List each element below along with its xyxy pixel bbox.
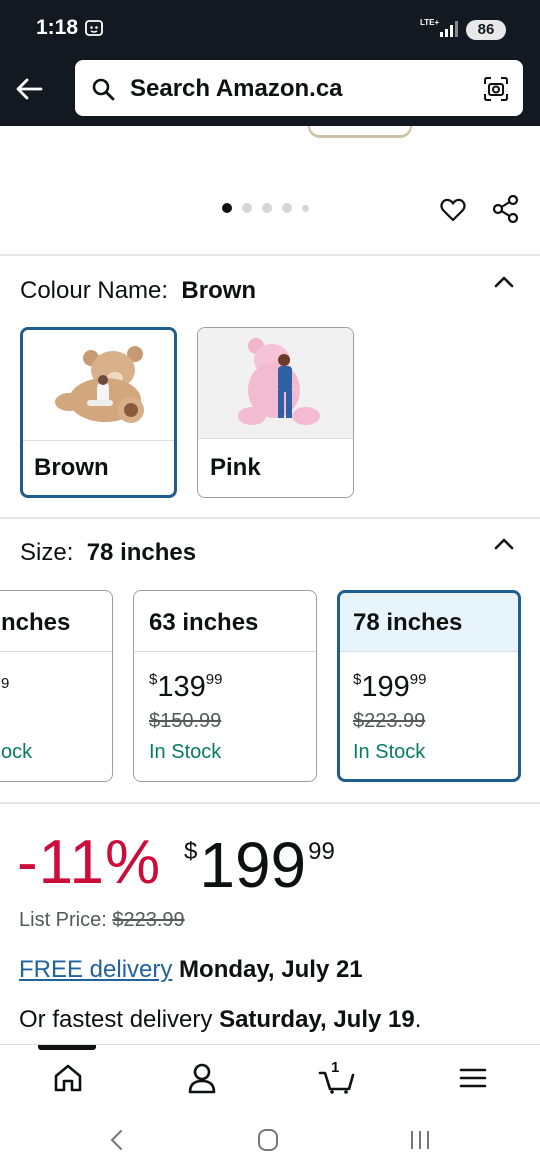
price-cents: 99 [205, 671, 223, 688]
size-selected-value: 78 inches [86, 539, 197, 566]
gallery-dot [262, 203, 272, 213]
price-whole: 199 [199, 829, 307, 901]
colour-label-text: Colour Name: [20, 277, 169, 304]
discount-percent: -11% [17, 828, 162, 897]
colour-selected-value: Brown [181, 277, 257, 304]
screenshot-icon [85, 20, 103, 36]
product-image-gallery[interactable] [0, 126, 540, 254]
price-whole: 139 [157, 671, 206, 703]
active-tab-indicator [38, 1045, 96, 1050]
section-divider [0, 254, 540, 256]
search-placeholder: Search Amazon.ca [130, 75, 343, 102]
size-option-list-price: $223.99 [353, 710, 426, 732]
size-label: Size: 78 inches [20, 539, 196, 567]
gallery-dot [302, 204, 309, 212]
free-delivery-link[interactable]: FREE delivery [19, 956, 172, 983]
price-cents: 99 [308, 838, 335, 865]
size-option-78-inches[interactable]: 78 inches $19999 $223.99 In Stock [337, 590, 521, 782]
gallery-dot [222, 203, 232, 213]
size-option-name: nches [1, 609, 71, 636]
swatch-name: Pink [210, 454, 261, 481]
fastest-delivery-date: Saturday, July 19 [219, 1006, 415, 1033]
gallery-dot [282, 203, 292, 213]
currency-symbol: $ [184, 838, 198, 865]
swatch-image-brown [23, 330, 174, 441]
size-option-63-inches[interactable]: 63 inches $13999 $150.99 In Stock [133, 590, 317, 782]
list-price-value: $223.99 [112, 909, 185, 931]
list-price-line: List Price: $223.99 [19, 909, 185, 932]
app-root: 1:18 LTE+ 86 Search Amazon.ca Colour Nam… [0, 0, 540, 1170]
swatch-name: Brown [34, 454, 109, 481]
size-option-stock: ock [1, 741, 33, 763]
search-input[interactable]: Search Amazon.ca [75, 60, 523, 116]
menu-icon[interactable] [455, 1061, 491, 1095]
price-whole: 199 [361, 671, 410, 703]
list-price-label: List Price: [19, 909, 107, 931]
swatch-image-pink [198, 328, 353, 439]
signal-icon [440, 21, 458, 37]
heart-icon[interactable] [439, 196, 467, 224]
search-icon [92, 78, 115, 101]
size-option-price-cents: 9 [1, 675, 10, 692]
current-price: $19999 [184, 828, 335, 902]
size-option-name: 63 inches [149, 609, 259, 636]
size-option-stock: In Stock [353, 741, 426, 763]
section-divider [0, 802, 540, 804]
system-back-icon[interactable] [104, 1128, 130, 1152]
system-recents-icon[interactable] [407, 1128, 433, 1152]
size-option-header: nches [0, 591, 112, 652]
system-home-icon[interactable] [255, 1128, 281, 1152]
size-option-price: $13999 [149, 671, 222, 704]
size-option-header: 78 inches [340, 593, 518, 652]
size-label-text: Size: [20, 539, 74, 566]
system-navigation-bar [0, 1110, 540, 1170]
share-icon[interactable] [492, 194, 520, 224]
size-option-list-price: $150.99 [149, 710, 222, 732]
bottom-nav: 1 [0, 1044, 540, 1110]
colour-option-pink[interactable]: Pink [197, 327, 354, 498]
colour-label: Colour Name: Brown [20, 277, 256, 305]
chevron-up-icon[interactable] [494, 275, 514, 289]
home-icon[interactable] [50, 1061, 86, 1095]
size-option-partial[interactable]: nches 9 ock [0, 590, 113, 782]
pink-bear-image [238, 338, 320, 425]
camera-search-icon[interactable] [483, 76, 509, 102]
product-image [308, 126, 412, 138]
search-header: Search Amazon.ca [0, 56, 540, 126]
status-bar: 1:18 LTE+ 86 [0, 0, 540, 56]
section-divider [0, 517, 540, 519]
status-time: 1:18 [36, 16, 79, 39]
fastest-delivery-line: Or fastest delivery Saturday, July 19. [19, 1006, 421, 1034]
fastest-delivery-period: . [414, 1006, 422, 1033]
network-type: LTE+ [420, 18, 440, 27]
chevron-up-icon[interactable] [494, 537, 514, 551]
cart-button[interactable]: 1 [318, 1059, 356, 1095]
gallery-dots [222, 203, 309, 213]
battery-indicator: 86 [466, 20, 506, 40]
brown-bear-image [55, 346, 144, 423]
size-option-header: 63 inches [134, 591, 316, 652]
size-option-price: $19999 [353, 671, 426, 704]
size-option-stock: In Stock [149, 741, 222, 763]
price-cents: 99 [409, 671, 427, 688]
cart-count-badge: 1 [331, 1059, 340, 1076]
fastest-delivery-label: Or fastest delivery [19, 1006, 213, 1033]
gallery-dot [242, 203, 252, 213]
colour-option-brown[interactable]: Brown [20, 327, 177, 498]
account-icon[interactable] [184, 1061, 220, 1095]
delivery-date: Monday, July 21 [179, 956, 363, 983]
back-arrow-icon[interactable] [14, 74, 44, 104]
delivery-line: FREE delivery Monday, July 21 [19, 956, 363, 984]
size-option-name: 78 inches [353, 609, 463, 636]
